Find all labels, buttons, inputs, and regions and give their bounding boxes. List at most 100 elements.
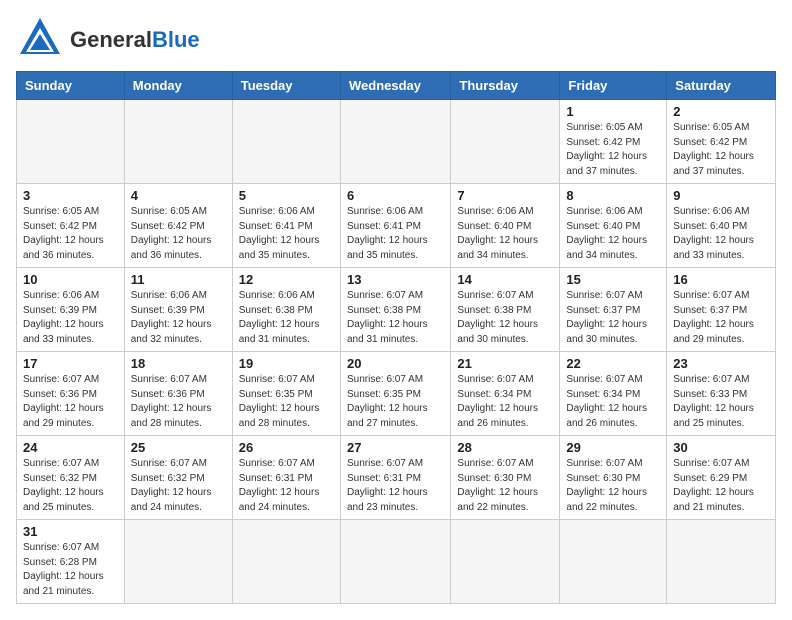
calendar-cell: 23Sunrise: 6:07 AM Sunset: 6:33 PM Dayli… [667,352,776,436]
day-number: 27 [347,440,444,455]
day-info: Sunrise: 6:06 AM Sunset: 6:41 PM Dayligh… [347,205,444,263]
day-number: 15 [566,272,660,287]
calendar-cell: 15 Sunrise: 6:07 AM Sunset: 6:37 PM Dayli… [560,268,667,352]
weekday-header-monday: Monday [124,72,232,100]
calendar-cell: 2Sunrise: 6:05 AM Sunset: 6:42 PM Daylig… [667,100,776,184]
calendar-cell: 14 Sunrise: 6:07 AM Sunset: 6:38 PM Dayli… [451,268,560,352]
day-info: Sunrise: 6:07 AM Sunset: 6:37 PM Dayligh… [566,289,660,347]
calendar-cell: 13Sunrise: 6:07 AM Sunset: 6:38 PM Dayli… [340,268,450,352]
calendar-cell: 5Sunrise: 6:06 AM Sunset: 6:41 PM Daylig… [232,184,340,268]
day-number: 19 [239,356,334,371]
calendar-cell: 28 Sunrise: 6:07 AM Sunset: 6:30 PM Dayli… [451,436,560,520]
day-number: 18 [131,356,226,371]
weekday-header-saturday: Saturday [667,72,776,100]
calendar-cell: 25 Sunrise: 6:07 AM Sunset: 6:32 PM Dayli… [124,436,232,520]
day-number: 26 [239,440,334,455]
day-info: Sunrise: 6:07 AM Sunset: 6:31 PM Dayligh… [239,457,334,515]
calendar-cell: 10 Sunrise: 6:06 AM Sunset: 6:39 PM Dayli… [17,268,125,352]
day-number: 31 [23,524,118,539]
day-number: 6 [347,188,444,203]
day-info: Sunrise: 6:05 AM Sunset: 6:42 PM Dayligh… [566,121,660,179]
logo-icon [16,16,64,63]
day-number: 4 [131,188,226,203]
day-number: 17 [23,356,118,371]
day-info: Sunrise: 6:07 AM Sunset: 6:29 PM Dayligh… [673,457,769,515]
day-number: 11 [131,272,226,287]
calendar-cell: 29Sunrise: 6:07 AM Sunset: 6:30 PM Dayli… [560,436,667,520]
calendar-cell: 3 Sunrise: 6:05 AM Sunset: 6:42 PM Daylig… [17,184,125,268]
calendar-week-row: 1 Sunrise: 6:05 AM Sunset: 6:42 PM Daylig… [17,100,776,184]
calendar-cell [17,100,125,184]
day-info: Sunrise: 6:07 AM Sunset: 6:33 PM Dayligh… [673,373,769,431]
calendar-cell: 16 Sunrise: 6:07 AM Sunset: 6:37 PM Dayli… [667,268,776,352]
calendar-cell [451,100,560,184]
calendar-cell: 4Sunrise: 6:05 AM Sunset: 6:42 PM Daylig… [124,184,232,268]
day-info: Sunrise: 6:07 AM Sunset: 6:37 PM Dayligh… [673,289,769,347]
calendar-cell [451,520,560,604]
day-info: Sunrise: 6:07 AM Sunset: 6:35 PM Dayligh… [239,373,334,431]
calendar-cell: 19 Sunrise: 6:07 AM Sunset: 6:35 PM Dayli… [232,352,340,436]
day-number: 14 [457,272,553,287]
day-info: Sunrise: 6:07 AM Sunset: 6:35 PM Dayligh… [347,373,444,431]
calendar-cell: 24 Sunrise: 6:07 AM Sunset: 6:32 PM Dayli… [17,436,125,520]
day-info: Sunrise: 6:07 AM Sunset: 6:34 PM Dayligh… [566,373,660,431]
calendar-cell [667,520,776,604]
day-number: 25 [131,440,226,455]
logo-area: GeneralBlue [16,16,200,63]
day-info: Sunrise: 6:05 AM Sunset: 6:42 PM Dayligh… [23,205,118,263]
calendar-cell [340,520,450,604]
calendar-cell [124,520,232,604]
day-number: 21 [457,356,553,371]
calendar-cell: 26 Sunrise: 6:07 AM Sunset: 6:31 PM Dayli… [232,436,340,520]
day-number: 16 [673,272,769,287]
day-info: Sunrise: 6:07 AM Sunset: 6:32 PM Dayligh… [131,457,226,515]
calendar-cell: 9 Sunrise: 6:06 AM Sunset: 6:40 PM Daylig… [667,184,776,268]
calendar-week-row: 3 Sunrise: 6:05 AM Sunset: 6:42 PM Daylig… [17,184,776,268]
day-info: Sunrise: 6:07 AM Sunset: 6:32 PM Dayligh… [23,457,118,515]
calendar-cell [124,100,232,184]
logo-text: GeneralBlue [70,27,200,53]
day-info: Sunrise: 6:06 AM Sunset: 6:40 PM Dayligh… [457,205,553,263]
weekday-header-thursday: Thursday [451,72,560,100]
calendar-cell: 18 Sunrise: 6:07 AM Sunset: 6:36 PM Dayli… [124,352,232,436]
calendar-cell [560,520,667,604]
day-number: 7 [457,188,553,203]
calendar-week-row: 24 Sunrise: 6:07 AM Sunset: 6:32 PM Dayli… [17,436,776,520]
calendar-cell: 17 Sunrise: 6:07 AM Sunset: 6:36 PM Dayli… [17,352,125,436]
day-number: 24 [23,440,118,455]
calendar-cell: 6 Sunrise: 6:06 AM Sunset: 6:41 PM Daylig… [340,184,450,268]
day-info: Sunrise: 6:07 AM Sunset: 6:28 PM Dayligh… [23,541,118,599]
day-info: Sunrise: 6:07 AM Sunset: 6:30 PM Dayligh… [457,457,553,515]
day-info: Sunrise: 6:07 AM Sunset: 6:38 PM Dayligh… [457,289,553,347]
calendar-week-row: 31 Sunrise: 6:07 AM Sunset: 6:28 PM Dayli… [17,520,776,604]
day-info: Sunrise: 6:05 AM Sunset: 6:42 PM Dayligh… [673,121,769,179]
day-number: 12 [239,272,334,287]
day-number: 28 [457,440,553,455]
page-header: GeneralBlue [16,16,776,63]
weekday-header-row: SundayMondayTuesdayWednesdayThursdayFrid… [17,72,776,100]
day-number: 9 [673,188,769,203]
calendar-cell: 22 Sunrise: 6:07 AM Sunset: 6:34 PM Dayli… [560,352,667,436]
day-info: Sunrise: 6:06 AM Sunset: 6:41 PM Dayligh… [239,205,334,263]
day-number: 3 [23,188,118,203]
calendar-cell: 20Sunrise: 6:07 AM Sunset: 6:35 PM Dayli… [340,352,450,436]
day-info: Sunrise: 6:06 AM Sunset: 6:39 PM Dayligh… [131,289,226,347]
day-number: 29 [566,440,660,455]
calendar-cell: 12Sunrise: 6:06 AM Sunset: 6:38 PM Dayli… [232,268,340,352]
day-info: Sunrise: 6:06 AM Sunset: 6:39 PM Dayligh… [23,289,118,347]
day-number: 22 [566,356,660,371]
calendar-cell: 8 Sunrise: 6:06 AM Sunset: 6:40 PM Daylig… [560,184,667,268]
day-info: Sunrise: 6:06 AM Sunset: 6:40 PM Dayligh… [673,205,769,263]
day-number: 8 [566,188,660,203]
day-info: Sunrise: 6:07 AM Sunset: 6:36 PM Dayligh… [23,373,118,431]
day-info: Sunrise: 6:07 AM Sunset: 6:36 PM Dayligh… [131,373,226,431]
weekday-header-wednesday: Wednesday [340,72,450,100]
weekday-header-sunday: Sunday [17,72,125,100]
calendar-cell [232,100,340,184]
day-number: 10 [23,272,118,287]
day-number: 13 [347,272,444,287]
day-number: 1 [566,104,660,119]
day-info: Sunrise: 6:06 AM Sunset: 6:40 PM Dayligh… [566,205,660,263]
calendar-cell: 31 Sunrise: 6:07 AM Sunset: 6:28 PM Dayli… [17,520,125,604]
calendar-cell [232,520,340,604]
